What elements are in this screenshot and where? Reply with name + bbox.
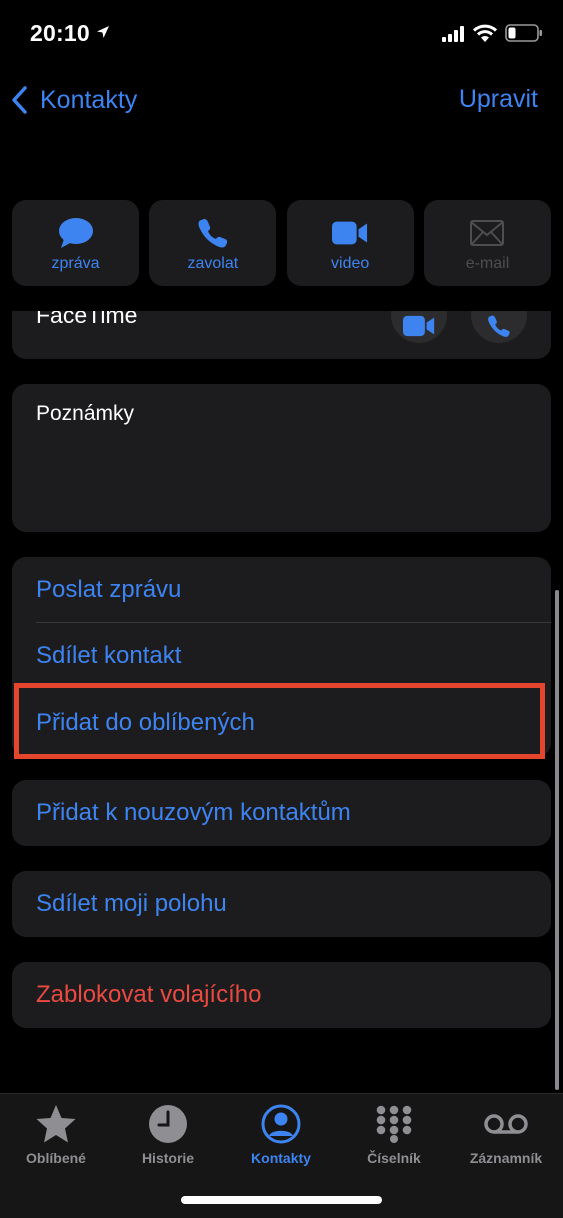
star-icon bbox=[36, 1105, 76, 1143]
send-message-label: Poslat zprávu bbox=[36, 576, 182, 603]
tab-contacts[interactable]: Kontakty bbox=[225, 1102, 337, 1172]
phone-icon bbox=[488, 315, 510, 337]
email-action-button[interactable]: e-mail bbox=[423, 200, 551, 286]
scrollbar[interactable] bbox=[555, 590, 559, 1090]
share-location-label: Sdílet moji polohu bbox=[36, 890, 227, 917]
home-indicator[interactable] bbox=[181, 1196, 382, 1204]
facetime-label: FaceTime bbox=[36, 311, 138, 328]
tab-favorites[interactable]: Oblíbené bbox=[0, 1102, 112, 1172]
facetime-row: FaceTime bbox=[12, 311, 551, 359]
back-label: Kontakty bbox=[40, 85, 138, 114]
video-icon bbox=[332, 221, 368, 245]
back-button[interactable]: Kontakty bbox=[10, 82, 137, 118]
tab-keypad[interactable]: Číselník bbox=[338, 1102, 450, 1172]
share-location-option[interactable]: Sdílet moji polohu bbox=[12, 871, 551, 937]
highlight-annotation bbox=[14, 683, 545, 759]
video-action-button[interactable]: video bbox=[286, 200, 414, 286]
send-message-option[interactable]: Poslat zprávu bbox=[12, 557, 551, 623]
person-circle-icon bbox=[261, 1104, 301, 1144]
status-time: 20:10 bbox=[30, 20, 90, 46]
message-icon bbox=[58, 218, 93, 248]
battery-icon bbox=[505, 24, 542, 42]
tab-contacts-label: Kontakty bbox=[251, 1150, 311, 1166]
tab-recents[interactable]: Historie bbox=[112, 1102, 224, 1172]
video-icon bbox=[403, 315, 435, 337]
block-caller-label: Zablokovat volajícího bbox=[36, 981, 262, 1008]
call-action-button[interactable]: zavolat bbox=[149, 200, 277, 286]
block-caller-option[interactable]: Zablokovat volajícího bbox=[12, 962, 551, 1028]
mail-icon bbox=[470, 220, 505, 246]
emergency-contact-option[interactable]: Přidat k nouzovým kontaktům bbox=[12, 780, 551, 846]
message-action-label: zpráva bbox=[51, 255, 100, 272]
tab-voicemail-label: Záznamník bbox=[469, 1150, 543, 1166]
email-action-label: e-mail bbox=[465, 255, 510, 272]
tab-favorites-label: Oblíbené bbox=[26, 1150, 86, 1166]
tab-voicemail[interactable]: Záznamník bbox=[450, 1102, 562, 1172]
wifi-icon bbox=[473, 24, 497, 42]
chevron-left-icon bbox=[12, 86, 27, 114]
quick-actions: zpráva zavolat video e-mail bbox=[12, 200, 551, 286]
tab-keypad-label: Číselník bbox=[367, 1150, 421, 1166]
message-action-button[interactable]: zpráva bbox=[12, 200, 139, 286]
phone-icon bbox=[198, 219, 228, 248]
notes-field[interactable]: Poznámky bbox=[12, 384, 551, 532]
keypad-icon bbox=[376, 1105, 412, 1143]
signal-icon bbox=[442, 26, 464, 42]
emergency-contact-label: Přidat k nouzovým kontaktům bbox=[36, 799, 351, 826]
share-contact-label: Sdílet kontakt bbox=[36, 642, 182, 669]
status-bar: 20:10 bbox=[0, 0, 563, 70]
video-action-label: video bbox=[331, 255, 370, 272]
call-action-label: zavolat bbox=[187, 255, 239, 272]
edit-button[interactable]: Upravit bbox=[459, 85, 538, 114]
location-arrow-icon bbox=[97, 26, 109, 38]
notes-label: Poznámky bbox=[36, 402, 135, 425]
voicemail-icon bbox=[484, 1114, 528, 1134]
clock-icon bbox=[149, 1105, 187, 1143]
share-contact-option[interactable]: Sdílet kontakt bbox=[12, 623, 551, 689]
tab-recents-label: Historie bbox=[141, 1150, 195, 1166]
facetime-audio-button[interactable] bbox=[471, 311, 527, 343]
facetime-video-button[interactable] bbox=[391, 311, 447, 343]
